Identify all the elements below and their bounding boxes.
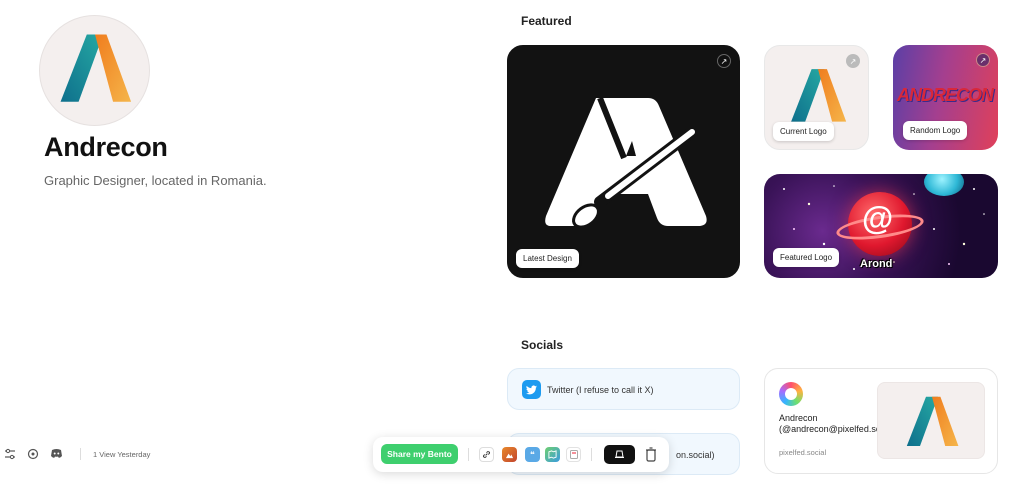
pixelfed-thumbnail bbox=[877, 382, 985, 459]
quote-text-icon[interactable]: ❝ bbox=[525, 447, 540, 462]
andrecon-logo-icon bbox=[906, 396, 959, 446]
latest-design-label: Latest Design bbox=[516, 249, 579, 268]
edit-toolbar: Share my Bento ❝ bbox=[373, 437, 669, 472]
avatar bbox=[39, 15, 150, 126]
open-link-arrow-icon[interactable]: ↗ bbox=[976, 53, 990, 67]
discord-icon[interactable] bbox=[50, 448, 62, 460]
open-link-arrow-icon[interactable]: ↗ bbox=[717, 54, 731, 68]
pixelfed-icon bbox=[779, 382, 803, 406]
featured-section-title[interactable]: Featured bbox=[521, 14, 572, 28]
socials-section-title[interactable]: Socials bbox=[521, 338, 563, 352]
settings-sliders-icon[interactable] bbox=[4, 448, 16, 460]
twitter-bird-icon bbox=[522, 380, 541, 399]
map-icon[interactable] bbox=[545, 447, 560, 462]
featured-logo-label: Featured Logo bbox=[773, 248, 840, 267]
latest-design-card[interactable]: ↗ Latest Design bbox=[507, 45, 740, 278]
trash-icon[interactable] bbox=[645, 447, 657, 462]
view-count[interactable]: 1 View Yesterday bbox=[93, 450, 150, 459]
random-logo-card[interactable]: ANDRECON ↗ Random Logo bbox=[893, 45, 998, 150]
random-logo-label: Random Logo bbox=[903, 121, 968, 140]
featured-logo-card[interactable]: @ Arond Featured Logo bbox=[764, 174, 998, 278]
current-logo-label: Current Logo bbox=[773, 122, 834, 141]
at-sign-symbol: @ bbox=[862, 200, 894, 236]
link-icon[interactable] bbox=[479, 447, 494, 462]
pixelfed-domain: pixelfed.social bbox=[779, 448, 827, 457]
share-button[interactable]: Share my Bento bbox=[381, 444, 458, 464]
brush-logo-image bbox=[545, 96, 707, 229]
twitter-label: Twitter (I refuse to call it X) bbox=[547, 385, 654, 395]
desktop-view-icon[interactable] bbox=[604, 445, 635, 464]
divider bbox=[80, 448, 81, 460]
divider bbox=[468, 448, 469, 461]
bento-profile-page: Andrecon Graphic Designer, located in Ro… bbox=[0, 0, 1024, 486]
andrecon-logo-icon bbox=[791, 69, 847, 122]
open-link-arrow-icon[interactable]: ↗ bbox=[846, 54, 860, 68]
pixelfed-name: Andrecon (@andrecon@pixelfed.social) bbox=[779, 413, 898, 434]
divider bbox=[591, 448, 592, 461]
mastodon-label: on.social) bbox=[676, 450, 715, 460]
twitter-card[interactable]: Twitter (I refuse to call it X) bbox=[507, 368, 740, 410]
pixelfed-card[interactable]: Andrecon (@andrecon@pixelfed.social) pix… bbox=[764, 368, 998, 474]
current-logo-card[interactable]: ↗ Current Logo bbox=[764, 45, 869, 150]
image-icon[interactable] bbox=[502, 447, 517, 462]
section-title-icon[interactable] bbox=[566, 447, 581, 462]
profile-name[interactable]: Andrecon bbox=[44, 132, 168, 163]
target-icon[interactable] bbox=[27, 448, 39, 460]
arond-text: Arond bbox=[860, 258, 893, 270]
random-logo-text: ANDRECON bbox=[897, 85, 994, 105]
profile-bio[interactable]: Graphic Designer, located in Romania. bbox=[44, 173, 267, 188]
andrecon-logo-icon bbox=[60, 34, 132, 102]
